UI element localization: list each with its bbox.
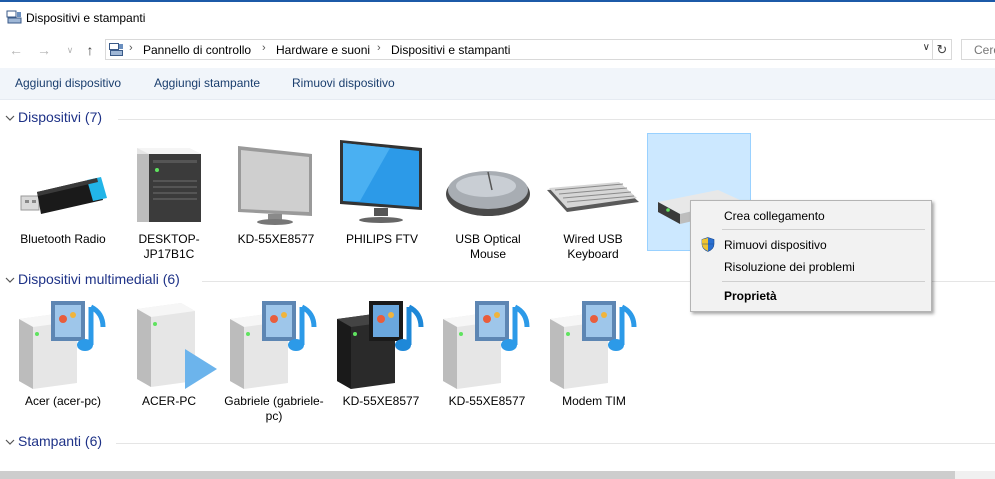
window-title: Dispositivi e stampanti (26, 11, 146, 25)
search-placeholder: Cerc (974, 43, 995, 57)
menu-separator (722, 229, 925, 230)
device-tile-bluetooth-radio[interactable]: Bluetooth Radio (11, 140, 115, 260)
media-tile-modem-tim[interactable]: Modem TIM (542, 297, 646, 425)
group-divider (118, 119, 995, 120)
device-label: DESKTOP-JP17B1C (138, 232, 200, 261)
control-panel-location-icon (109, 43, 123, 56)
media-tile-kd55-dark[interactable]: KD-55XE8577 (329, 297, 433, 425)
command-bar: Aggiungi dispositivo Aggiungi stampante … (0, 68, 995, 100)
devices-printers-icon (6, 10, 22, 24)
device-label: PHILIPS FTV (345, 232, 419, 246)
device-label: USB Optical Mouse (455, 232, 521, 261)
device-tile-philips-ftv[interactable]: PHILIPS FTV (330, 140, 434, 260)
media-tile-kd55[interactable]: KD-55XE8577 (435, 297, 539, 425)
media-label: ACER-PC (141, 394, 196, 408)
bluetooth-dongle-icon (20, 177, 107, 214)
forward-arrow-icon[interactable]: → (36, 41, 52, 59)
breadcrumb-separator-icon[interactable]: › (129, 42, 133, 54)
keyboard-icon (547, 182, 639, 212)
title-bar: Dispositivi e stampanti (0, 0, 995, 34)
group-header-printers[interactable]: Stampanti (6) (0, 433, 995, 453)
group-title-devices: Dispositivi (7) (18, 109, 103, 125)
refresh-icon[interactable]: ↻ (933, 39, 952, 60)
breadcrumb-hardware-sound[interactable]: Hardware e suoni (276, 43, 370, 57)
breadcrumb-separator-icon[interactable]: › (377, 42, 381, 54)
group-title-printers: Stampanti (6) (18, 433, 103, 449)
search-input[interactable]: Cerc (961, 39, 995, 60)
back-arrow-icon[interactable]: ← (8, 41, 24, 59)
media-player-icon (137, 303, 217, 389)
device-tile-usb-mouse[interactable]: USB Optical Mouse (436, 140, 540, 261)
navigation-bar: ← → ∨ ↑ › Pannello di controllo › Hardwa… (0, 36, 995, 64)
device-label: Bluetooth Radio (20, 232, 106, 246)
media-label: KD-55XE8577 (448, 394, 526, 408)
add-device-button[interactable]: Aggiungi dispositivo (15, 76, 121, 90)
collapse-chevron-icon[interactable] (4, 274, 16, 286)
menu-item-properties[interactable]: Proprietà (724, 289, 777, 303)
horizontal-scrollbar[interactable] (0, 471, 995, 479)
group-title-media: Dispositivi multimediali (6) (18, 271, 180, 287)
desktop-tower-icon (137, 148, 201, 222)
device-label: Wired USB Keyboard (563, 232, 623, 261)
media-tile-acer[interactable]: Acer (acer-pc) (11, 297, 115, 425)
window-top-border (0, 0, 995, 2)
device-tile-desktop[interactable]: DESKTOP-JP17B1C (117, 140, 221, 261)
media-server-icon (19, 301, 106, 389)
breadcrumb-devices-printers[interactable]: Dispositivi e stampanti (391, 43, 510, 57)
up-arrow-icon[interactable]: ↑ (82, 41, 98, 59)
media-label: Gabriele (gabriele-pc) (224, 394, 324, 423)
media-server-icon (230, 301, 317, 389)
menu-item-remove-device[interactable]: Rimuovi dispositivo (724, 238, 827, 252)
menu-separator (722, 281, 925, 282)
collapse-chevron-icon[interactable] (4, 112, 16, 124)
address-bar[interactable]: › Pannello di controllo › Hardware e suo… (105, 39, 933, 60)
device-tile-kd55-monitor[interactable]: KD-55XE8577 (224, 140, 328, 260)
uac-shield-icon (701, 237, 715, 252)
add-printer-button[interactable]: Aggiungi stampante (154, 76, 260, 90)
media-server-dark-icon (337, 301, 424, 389)
mouse-icon (446, 171, 530, 216)
context-menu: Crea collegamento Rimuovi dispositivo Ri… (690, 200, 932, 312)
device-label: KD-55XE8577 (237, 232, 315, 246)
menu-item-create-shortcut[interactable]: Crea collegamento (724, 209, 825, 223)
media-tile-gabriele[interactable]: Gabriele (gabriele-pc) (222, 297, 326, 425)
menu-item-troubleshoot[interactable]: Risoluzione dei problemi (724, 260, 855, 274)
media-label: Modem TIM (562, 394, 626, 408)
media-tile-acer-pc[interactable]: ACER-PC (117, 297, 221, 425)
media-server-icon (550, 301, 637, 389)
breadcrumb-control-panel[interactable]: Pannello di controllo (143, 43, 251, 57)
remove-device-button[interactable]: Rimuovi dispositivo (292, 76, 395, 90)
scrollbar-thumb[interactable] (0, 471, 955, 479)
media-label: Acer (acer-pc) (24, 394, 101, 408)
group-divider (116, 443, 995, 444)
address-dropdown-chevron-icon[interactable]: ∨ (923, 42, 930, 53)
media-server-icon (443, 301, 530, 389)
monitor-icon (340, 140, 422, 223)
recent-locations-chevron-icon[interactable]: ∨ (62, 41, 78, 59)
device-tile-usb-keyboard[interactable]: Wired USB Keyboard (541, 140, 645, 261)
collapse-chevron-icon[interactable] (4, 436, 16, 448)
monitor-icon (238, 146, 312, 225)
media-label: KD-55XE8577 (342, 394, 420, 408)
group-header-devices[interactable]: Dispositivi (7) (0, 109, 995, 129)
breadcrumb-separator-icon[interactable]: › (262, 42, 266, 54)
